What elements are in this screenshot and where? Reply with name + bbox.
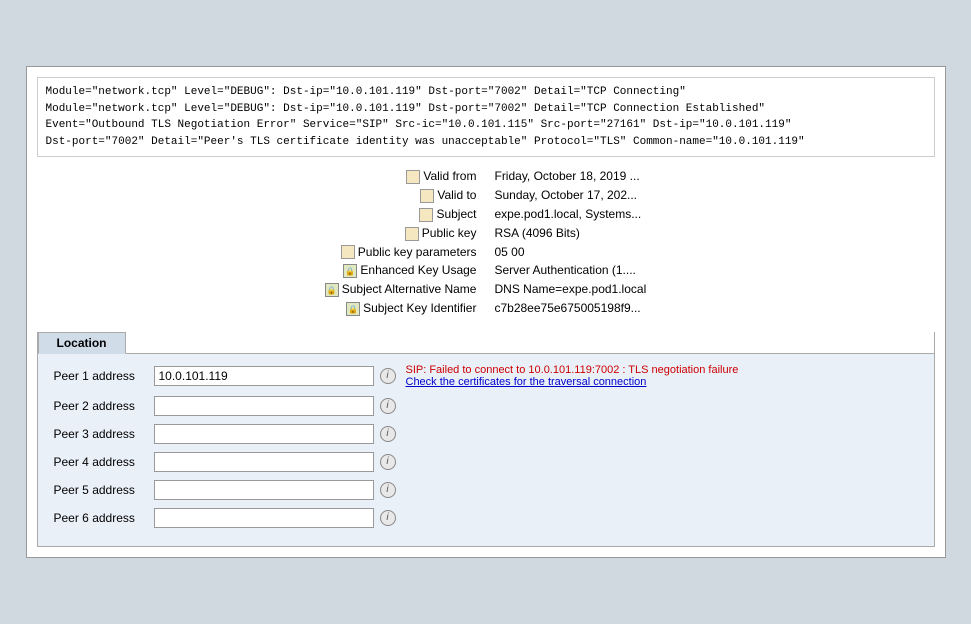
info-icon[interactable]: i bbox=[380, 510, 396, 526]
cert-row: 🔒Enhanced Key UsageServer Authentication… bbox=[317, 261, 655, 280]
peer-input-1[interactable] bbox=[154, 366, 374, 386]
location-tab[interactable]: Location bbox=[38, 332, 126, 354]
peer-label-6: Peer 6 address bbox=[54, 511, 154, 525]
peer-row-6: Peer 6 address i bbox=[54, 508, 918, 528]
cert-row: Subjectexpe.pod1.local, Systems... bbox=[317, 205, 655, 224]
cert-label: 🔒Enhanced Key Usage bbox=[317, 261, 487, 280]
peer-input-6[interactable] bbox=[154, 508, 374, 528]
location-section: Location Peer 1 address i SIP: Failed to c… bbox=[37, 332, 935, 547]
box-icon bbox=[419, 208, 433, 222]
cert-row: 🔒Subject Alternative NameDNS Name=expe.p… bbox=[317, 280, 655, 299]
peer-row-1: Peer 1 address i SIP: Failed to connect to… bbox=[54, 364, 918, 388]
cert-label: Valid from bbox=[317, 167, 487, 186]
cert-value: 05 00 bbox=[486, 243, 654, 262]
peer-input-5[interactable] bbox=[154, 480, 374, 500]
error-link[interactable]: Check the certificates for the traversal… bbox=[406, 376, 739, 388]
lock-icon: 🔒 bbox=[325, 283, 339, 297]
box-icon bbox=[405, 227, 419, 241]
box-icon bbox=[420, 189, 434, 203]
peer-label-4: Peer 4 address bbox=[54, 455, 154, 469]
peer-row-5: Peer 5 address i bbox=[54, 480, 918, 500]
lock-icon: 🔒 bbox=[346, 302, 360, 316]
location-tab-bar: Location bbox=[38, 332, 934, 354]
cert-table: Valid fromFriday, October 18, 2019 ...Va… bbox=[317, 167, 655, 318]
peer-input-3[interactable] bbox=[154, 424, 374, 444]
cert-label: 🔒Subject Alternative Name bbox=[317, 280, 487, 299]
cert-label: 🔒Subject Key Identifier bbox=[317, 299, 487, 318]
cert-label: Valid to bbox=[317, 186, 487, 205]
peer-row-4: Peer 4 address i bbox=[54, 452, 918, 472]
info-icon[interactable]: i bbox=[380, 426, 396, 442]
cert-value: RSA (4096 Bits) bbox=[486, 224, 654, 243]
info-icon[interactable]: i bbox=[380, 482, 396, 498]
location-body: Peer 1 address i SIP: Failed to connect to… bbox=[38, 354, 934, 546]
info-icon[interactable]: i bbox=[380, 368, 396, 384]
log-line-1: Module="network.tcp" Level="DEBUG": Dst-… bbox=[46, 84, 926, 101]
lock-icon: 🔒 bbox=[343, 264, 357, 278]
error-text: SIP: Failed to connect to 10.0.101.119:7… bbox=[406, 364, 739, 376]
peer-row-3: Peer 3 address i bbox=[54, 424, 918, 444]
cert-row: Public key parameters05 00 bbox=[317, 243, 655, 262]
peer-label-3: Peer 3 address bbox=[54, 427, 154, 441]
log-line-3: Event="Outbound TLS Negotiation Error" S… bbox=[46, 117, 926, 134]
error-message: SIP: Failed to connect to 10.0.101.119:7… bbox=[406, 364, 739, 388]
cert-value: c7b28ee75e675005198f9... bbox=[486, 299, 654, 318]
cert-value: Friday, October 18, 2019 ... bbox=[486, 167, 654, 186]
cert-row: Public keyRSA (4096 Bits) bbox=[317, 224, 655, 243]
peer-input-4[interactable] bbox=[154, 452, 374, 472]
cert-value: DNS Name=expe.pod1.local bbox=[486, 280, 654, 299]
cert-value: Sunday, October 17, 202... bbox=[486, 186, 654, 205]
log-section: Module="network.tcp" Level="DEBUG": Dst-… bbox=[37, 77, 935, 157]
peer-label-5: Peer 5 address bbox=[54, 483, 154, 497]
cert-row: 🔒Subject Key Identifierc7b28ee75e6750051… bbox=[317, 299, 655, 318]
cert-row: Valid toSunday, October 17, 202... bbox=[317, 186, 655, 205]
cert-row: Valid fromFriday, October 18, 2019 ... bbox=[317, 167, 655, 186]
box-icon bbox=[406, 170, 420, 184]
info-icon[interactable]: i bbox=[380, 398, 396, 414]
cert-value: Server Authentication (1.... bbox=[486, 261, 654, 280]
log-line-4: Dst-port="7002" Detail="Peer's TLS certi… bbox=[46, 134, 926, 151]
peer-label-2: Peer 2 address bbox=[54, 399, 154, 413]
box-icon bbox=[341, 245, 355, 259]
cert-value: expe.pod1.local, Systems... bbox=[486, 205, 654, 224]
peer-row-2: Peer 2 address i bbox=[54, 396, 918, 416]
info-icon[interactable]: i bbox=[380, 454, 396, 470]
log-line-2: Module="network.tcp" Level="DEBUG": Dst-… bbox=[46, 101, 926, 118]
cert-label: Public key parameters bbox=[317, 243, 487, 262]
cert-label: Subject bbox=[317, 205, 487, 224]
main-container: Module="network.tcp" Level="DEBUG": Dst-… bbox=[26, 66, 946, 558]
cert-table-section: Valid fromFriday, October 18, 2019 ...Va… bbox=[37, 167, 935, 318]
peer-label-1: Peer 1 address bbox=[54, 369, 154, 383]
cert-label: Public key bbox=[317, 224, 487, 243]
peer-input-2[interactable] bbox=[154, 396, 374, 416]
